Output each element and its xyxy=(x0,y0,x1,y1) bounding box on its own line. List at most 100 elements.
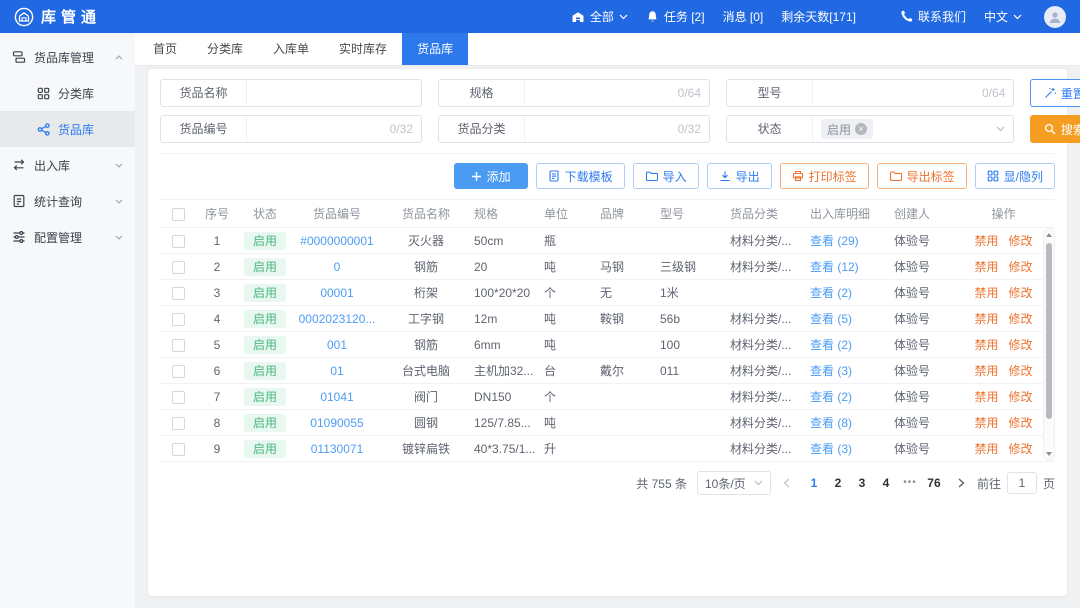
view-details-link[interactable]: 查看 (29) xyxy=(810,234,859,248)
cell-creator: 体验号 xyxy=(890,306,952,332)
tab-home[interactable]: 首页 xyxy=(138,33,192,65)
edit-link[interactable]: 修改 xyxy=(1009,390,1033,404)
status-select[interactable]: 状态 启用 × xyxy=(726,115,1014,143)
print-label-button[interactable]: 打印标签 xyxy=(780,163,869,189)
sidebar-group-inout[interactable]: 出入库 xyxy=(0,147,135,183)
page-number-2[interactable]: 2 xyxy=(826,471,850,495)
view-details-link[interactable]: 查看 (3) xyxy=(810,364,852,378)
spec-input[interactable] xyxy=(533,86,672,100)
avatar[interactable] xyxy=(1044,6,1066,28)
cell-category: 材料分类/... xyxy=(726,436,806,462)
sidebar-group-goods-mgmt[interactable]: 货品库管理 xyxy=(0,39,135,75)
row-checkbox[interactable] xyxy=(172,235,185,248)
view-details-link[interactable]: 查看 (2) xyxy=(810,390,852,404)
tab-goods-lib[interactable]: 货品库 xyxy=(402,33,468,65)
row-checkbox[interactable] xyxy=(172,339,185,352)
edit-link[interactable]: 修改 xyxy=(1009,234,1033,248)
tag-close-icon[interactable]: × xyxy=(855,123,867,135)
goto-page-input[interactable] xyxy=(1007,472,1037,494)
scroll-up-arrow-icon[interactable] xyxy=(1046,233,1052,237)
view-details-link[interactable]: 查看 (2) xyxy=(810,286,852,300)
code-link[interactable]: 00001 xyxy=(320,286,353,300)
export-button[interactable]: 导出 xyxy=(707,163,772,189)
export-label-button[interactable]: 导出标签 xyxy=(877,163,967,189)
code-link[interactable]: 01 xyxy=(330,364,343,378)
tasks-link[interactable]: 任务 [2] xyxy=(646,8,705,25)
edit-link[interactable]: 修改 xyxy=(1009,338,1033,352)
select-all-checkbox[interactable] xyxy=(172,208,185,221)
language-selector[interactable]: 中文 xyxy=(984,8,1022,25)
chevron-down-icon xyxy=(619,14,628,20)
row-checkbox[interactable] xyxy=(172,365,185,378)
model-input[interactable] xyxy=(821,86,976,100)
disable-link[interactable]: 禁用 xyxy=(974,286,998,300)
next-page-button[interactable] xyxy=(956,478,967,488)
code-link[interactable]: 0002023120... xyxy=(299,312,376,326)
view-details-link[interactable]: 查看 (3) xyxy=(810,442,852,456)
code-link[interactable]: 01090055 xyxy=(310,416,363,430)
search-button[interactable]: 搜索 xyxy=(1030,115,1080,143)
sidebar-group-stats[interactable]: 统计查询 xyxy=(0,183,135,219)
code-link[interactable]: 0 xyxy=(334,260,341,274)
contact-us-link[interactable]: 联系我们 xyxy=(900,8,966,25)
page-number-1[interactable]: 1 xyxy=(802,471,826,495)
cell-unit: 吨 xyxy=(540,306,596,332)
row-checkbox[interactable] xyxy=(172,287,185,300)
page-size-select[interactable]: 10条/页 xyxy=(697,471,771,495)
code-link[interactable]: 01041 xyxy=(320,390,353,404)
sidebar-item-goods-lib[interactable]: 货品库 xyxy=(0,111,135,147)
edit-link[interactable]: 修改 xyxy=(1009,312,1033,326)
scroll-down-arrow-icon[interactable] xyxy=(1046,452,1052,456)
row-checkbox[interactable] xyxy=(172,261,185,274)
disable-link[interactable]: 禁用 xyxy=(974,312,998,326)
row-checkbox[interactable] xyxy=(172,391,185,404)
disable-link[interactable]: 禁用 xyxy=(974,390,998,404)
tab-category-lib[interactable]: 分类库 xyxy=(192,33,258,65)
edit-link[interactable]: 修改 xyxy=(1009,364,1033,378)
disable-link[interactable]: 禁用 xyxy=(974,364,998,378)
disable-link[interactable]: 禁用 xyxy=(974,416,998,430)
edit-link[interactable]: 修改 xyxy=(1009,286,1033,300)
edit-link[interactable]: 修改 xyxy=(1009,416,1033,430)
disable-link[interactable]: 禁用 xyxy=(974,234,998,248)
reset-button[interactable]: 重置 xyxy=(1030,79,1080,107)
scrollbar-thumb[interactable] xyxy=(1046,243,1052,419)
sidebar-group-config[interactable]: 配置管理 xyxy=(0,219,135,255)
row-checkbox[interactable] xyxy=(172,313,185,326)
messages-link[interactable]: 消息 [0] xyxy=(723,8,764,25)
view-details-link[interactable]: 查看 (5) xyxy=(810,312,852,326)
edit-link[interactable]: 修改 xyxy=(1009,260,1033,274)
page-number-4[interactable]: 4 xyxy=(874,471,898,495)
view-details-link[interactable]: 查看 (12) xyxy=(810,260,859,274)
page-number-76[interactable]: 76 xyxy=(922,471,946,495)
table-scrollbar[interactable] xyxy=(1043,228,1055,461)
import-button[interactable]: 导入 xyxy=(633,163,699,189)
goods-name-input[interactable] xyxy=(255,86,413,100)
code-link[interactable]: 01130071 xyxy=(311,442,364,456)
page-ellipsis[interactable]: ••• xyxy=(898,471,922,495)
column-header: 货品编号 xyxy=(292,200,382,228)
row-checkbox[interactable] xyxy=(172,443,185,456)
disable-link[interactable]: 禁用 xyxy=(974,338,998,352)
add-button[interactable]: 添加 xyxy=(454,163,528,189)
view-details-link[interactable]: 查看 (8) xyxy=(810,416,852,430)
cell-creator: 体验号 xyxy=(890,358,952,384)
code-link[interactable]: #0000000001 xyxy=(300,234,373,248)
code-link[interactable]: 001 xyxy=(327,338,347,352)
page-number-3[interactable]: 3 xyxy=(850,471,874,495)
download-template-button[interactable]: 下载模板 xyxy=(536,163,625,189)
goods-category-input[interactable] xyxy=(533,122,672,136)
show-hide-columns-button[interactable]: 显/隐列 xyxy=(975,163,1055,189)
tab-inbound-order[interactable]: 入库单 xyxy=(258,33,324,65)
warehouse-scope-selector[interactable]: 全部 xyxy=(571,8,628,25)
prev-page-button[interactable] xyxy=(781,478,792,488)
edit-link[interactable]: 修改 xyxy=(1009,442,1033,456)
row-checkbox[interactable] xyxy=(172,417,185,430)
tab-realtime-stock[interactable]: 实时库存 xyxy=(324,33,402,65)
sidebar-item-category-lib[interactable]: 分类库 xyxy=(0,75,135,111)
view-details-link[interactable]: 查看 (2) xyxy=(810,338,852,352)
goods-code-input[interactable] xyxy=(255,122,384,136)
cell-brand xyxy=(596,436,656,462)
disable-link[interactable]: 禁用 xyxy=(974,260,998,274)
disable-link[interactable]: 禁用 xyxy=(974,442,998,456)
